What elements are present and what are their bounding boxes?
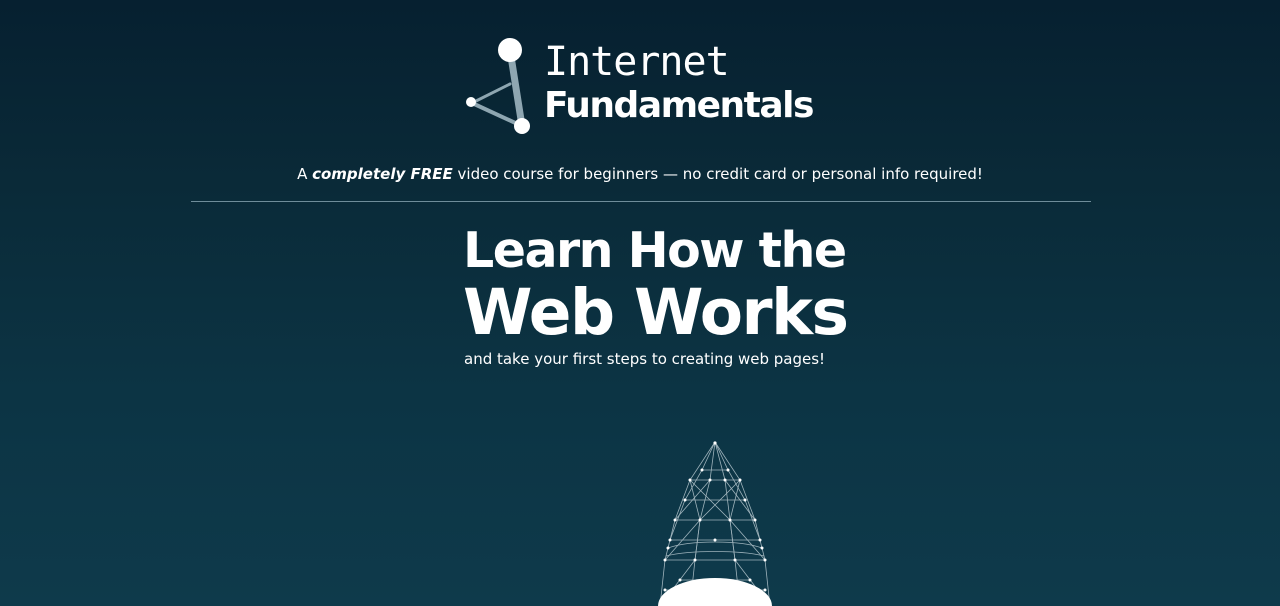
divider (191, 201, 1091, 202)
hero-headline: Learn How the Web Works (463, 222, 863, 346)
landing-page: Internet Fundamentals A completely FREE … (0, 0, 1280, 606)
hero-headline-line2: Web Works (463, 276, 849, 349)
hero-subheadline: and take your first steps to creating we… (464, 350, 826, 368)
wireframe-rocket-icon (658, 441, 772, 606)
tagline: A completely FREE video course for begin… (0, 165, 1280, 183)
logo-line-fundamentals: Fundamentals (544, 85, 814, 126)
tagline-suffix: video course for beginners — no credit c… (452, 165, 983, 183)
tagline-emphasis: completely FREE (312, 165, 453, 183)
network-nodes-icon (466, 38, 530, 134)
logo-wordmark: Internet Fundamentals (544, 39, 814, 126)
tagline-prefix: A (297, 165, 313, 183)
logo-line-internet: Internet (544, 39, 730, 85)
hero-headline-line1: Learn How the (463, 222, 847, 279)
site-logo[interactable]: Internet Fundamentals (462, 34, 822, 140)
